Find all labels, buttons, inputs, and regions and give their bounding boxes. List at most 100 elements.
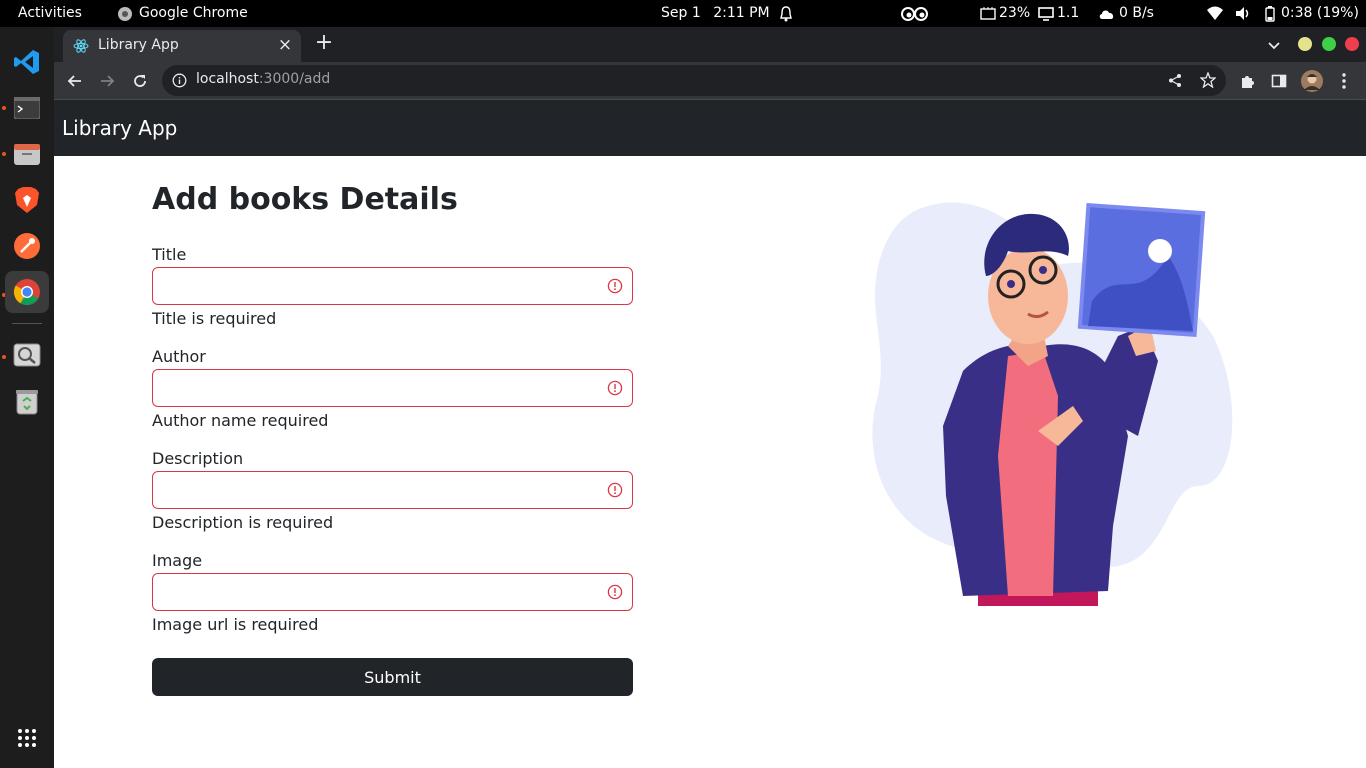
eyes-icon[interactable] [900,0,930,27]
dock [0,27,54,768]
browser-tab-strip: Library App × + [54,27,1366,62]
reload-button[interactable] [128,69,152,93]
dock-vscode[interactable] [5,41,49,83]
tab-close-icon[interactable]: × [277,35,293,55]
activities-button[interactable]: Activities [18,0,82,27]
kebab-menu-icon [1342,73,1346,89]
app-navbar: Library App [54,100,1366,156]
maximize-button[interactable] [1322,37,1336,51]
image-viewer-icon [13,343,41,367]
forward-button[interactable] [95,69,119,93]
cpu-indicator[interactable]: 23% [980,0,1030,27]
reader-illustration [872,202,1233,606]
system-top-bar: Activities Google Chrome Sep 1 2:11 PM 2… [0,0,1366,27]
title-error-text: Title is required [152,309,277,328]
share-icon[interactable] [1168,73,1183,88]
site-info-icon[interactable] [172,73,187,88]
author-input-wrapper [152,369,633,407]
error-exclamation-icon [607,278,623,294]
cpu-value: 23% [999,5,1031,21]
image-error-text: Image url is required [152,615,319,634]
dock-terminal[interactable] [5,87,49,129]
dock-show-apps[interactable] [5,717,49,759]
dock-trash[interactable] [5,381,49,423]
dock-chrome[interactable] [5,271,49,313]
dock-brave[interactable] [5,179,49,221]
image-input-wrapper [152,573,633,611]
wifi-icon[interactable] [1206,0,1224,27]
url-path: :3000/add [258,71,331,87]
dock-files[interactable] [5,133,49,175]
error-exclamation-icon [607,380,623,396]
forward-arrow-icon [101,75,115,87]
postman-icon [14,233,40,259]
clock[interactable]: Sep 1 2:11 PM [661,0,770,27]
load-value: 1.1 [1057,5,1080,21]
cpu-icon [980,6,996,20]
clock-time: 2:11 PM [713,5,770,21]
terminal-icon [14,97,40,119]
react-favicon-icon [73,39,89,53]
battery-icon [1265,5,1275,22]
back-arrow-icon [67,75,81,87]
description-input[interactable] [152,471,633,509]
author-label: Author [152,347,206,366]
extensions-button[interactable] [1235,69,1259,93]
description-field-group: Description Description is required [152,449,633,532]
author-field-group: Author Author name required [152,347,633,430]
tab-search-icon[interactable] [1264,35,1284,55]
author-input[interactable] [152,369,633,407]
close-window-button[interactable] [1345,37,1359,51]
puzzle-icon [1242,76,1254,88]
trash-icon [16,390,38,415]
dock-image-viewer[interactable] [5,334,49,376]
browser-tab[interactable]: Library App × [63,30,301,62]
image-url-input[interactable] [152,573,633,611]
author-error-text: Author name required [152,411,329,430]
image-field-group: Image Image url is required [152,551,633,634]
side-panel-button[interactable] [1267,69,1291,93]
profile-button[interactable] [1300,69,1324,93]
minimize-button[interactable] [1298,37,1312,51]
brave-icon [15,187,39,213]
files-icon [14,144,40,165]
reload-icon [134,75,146,87]
battery-indicator[interactable]: 0:38 (19%) [1262,0,1359,27]
description-label: Description [152,449,244,468]
navbar-brand[interactable]: Library App [62,116,177,140]
active-app-name: Google Chrome [139,5,248,21]
back-button[interactable] [63,69,87,93]
clock-date: Sep 1 [661,5,701,21]
submit-button[interactable]: Submit [152,658,633,696]
bookmark-star-icon[interactable] [1200,72,1216,88]
show-apps-icon [18,729,36,747]
dock-postman[interactable] [5,225,49,267]
new-tab-button[interactable]: + [312,32,336,56]
dock-separator [12,323,42,324]
tab-title: Library App [98,37,179,53]
title-input-wrapper [152,267,633,305]
side-panel-icon [1271,74,1287,88]
load-indicator[interactable]: 1.1 [1038,0,1079,27]
chrome-icon [13,279,40,306]
page-viewport: Library App Add books Details Title Titl… [54,100,1366,768]
description-input-wrapper [152,471,633,509]
avatar [1301,70,1323,92]
title-input[interactable] [152,267,633,305]
volume-icon[interactable] [1234,0,1252,27]
network-speed-indicator[interactable]: 0 B/s [1098,0,1154,27]
vscode-icon [14,50,39,74]
url-host: localhost [196,71,259,87]
address-bar[interactable]: localhost:3000/add [162,65,1226,96]
chrome-menu-button[interactable] [1332,69,1356,93]
title-label: Title [152,245,187,264]
network-speed-value: 0 B/s [1119,5,1154,21]
image-label: Image [152,551,203,570]
page-title: Add books Details [152,182,458,217]
active-app-menu[interactable]: Google Chrome [117,0,248,27]
description-error-text: Description is required [152,513,334,532]
title-field-group: Title Title is required [152,245,633,328]
cloud-icon [1099,9,1114,19]
alarm-icon[interactable] [778,0,794,27]
url-text: localhost:3000/add [196,71,330,87]
